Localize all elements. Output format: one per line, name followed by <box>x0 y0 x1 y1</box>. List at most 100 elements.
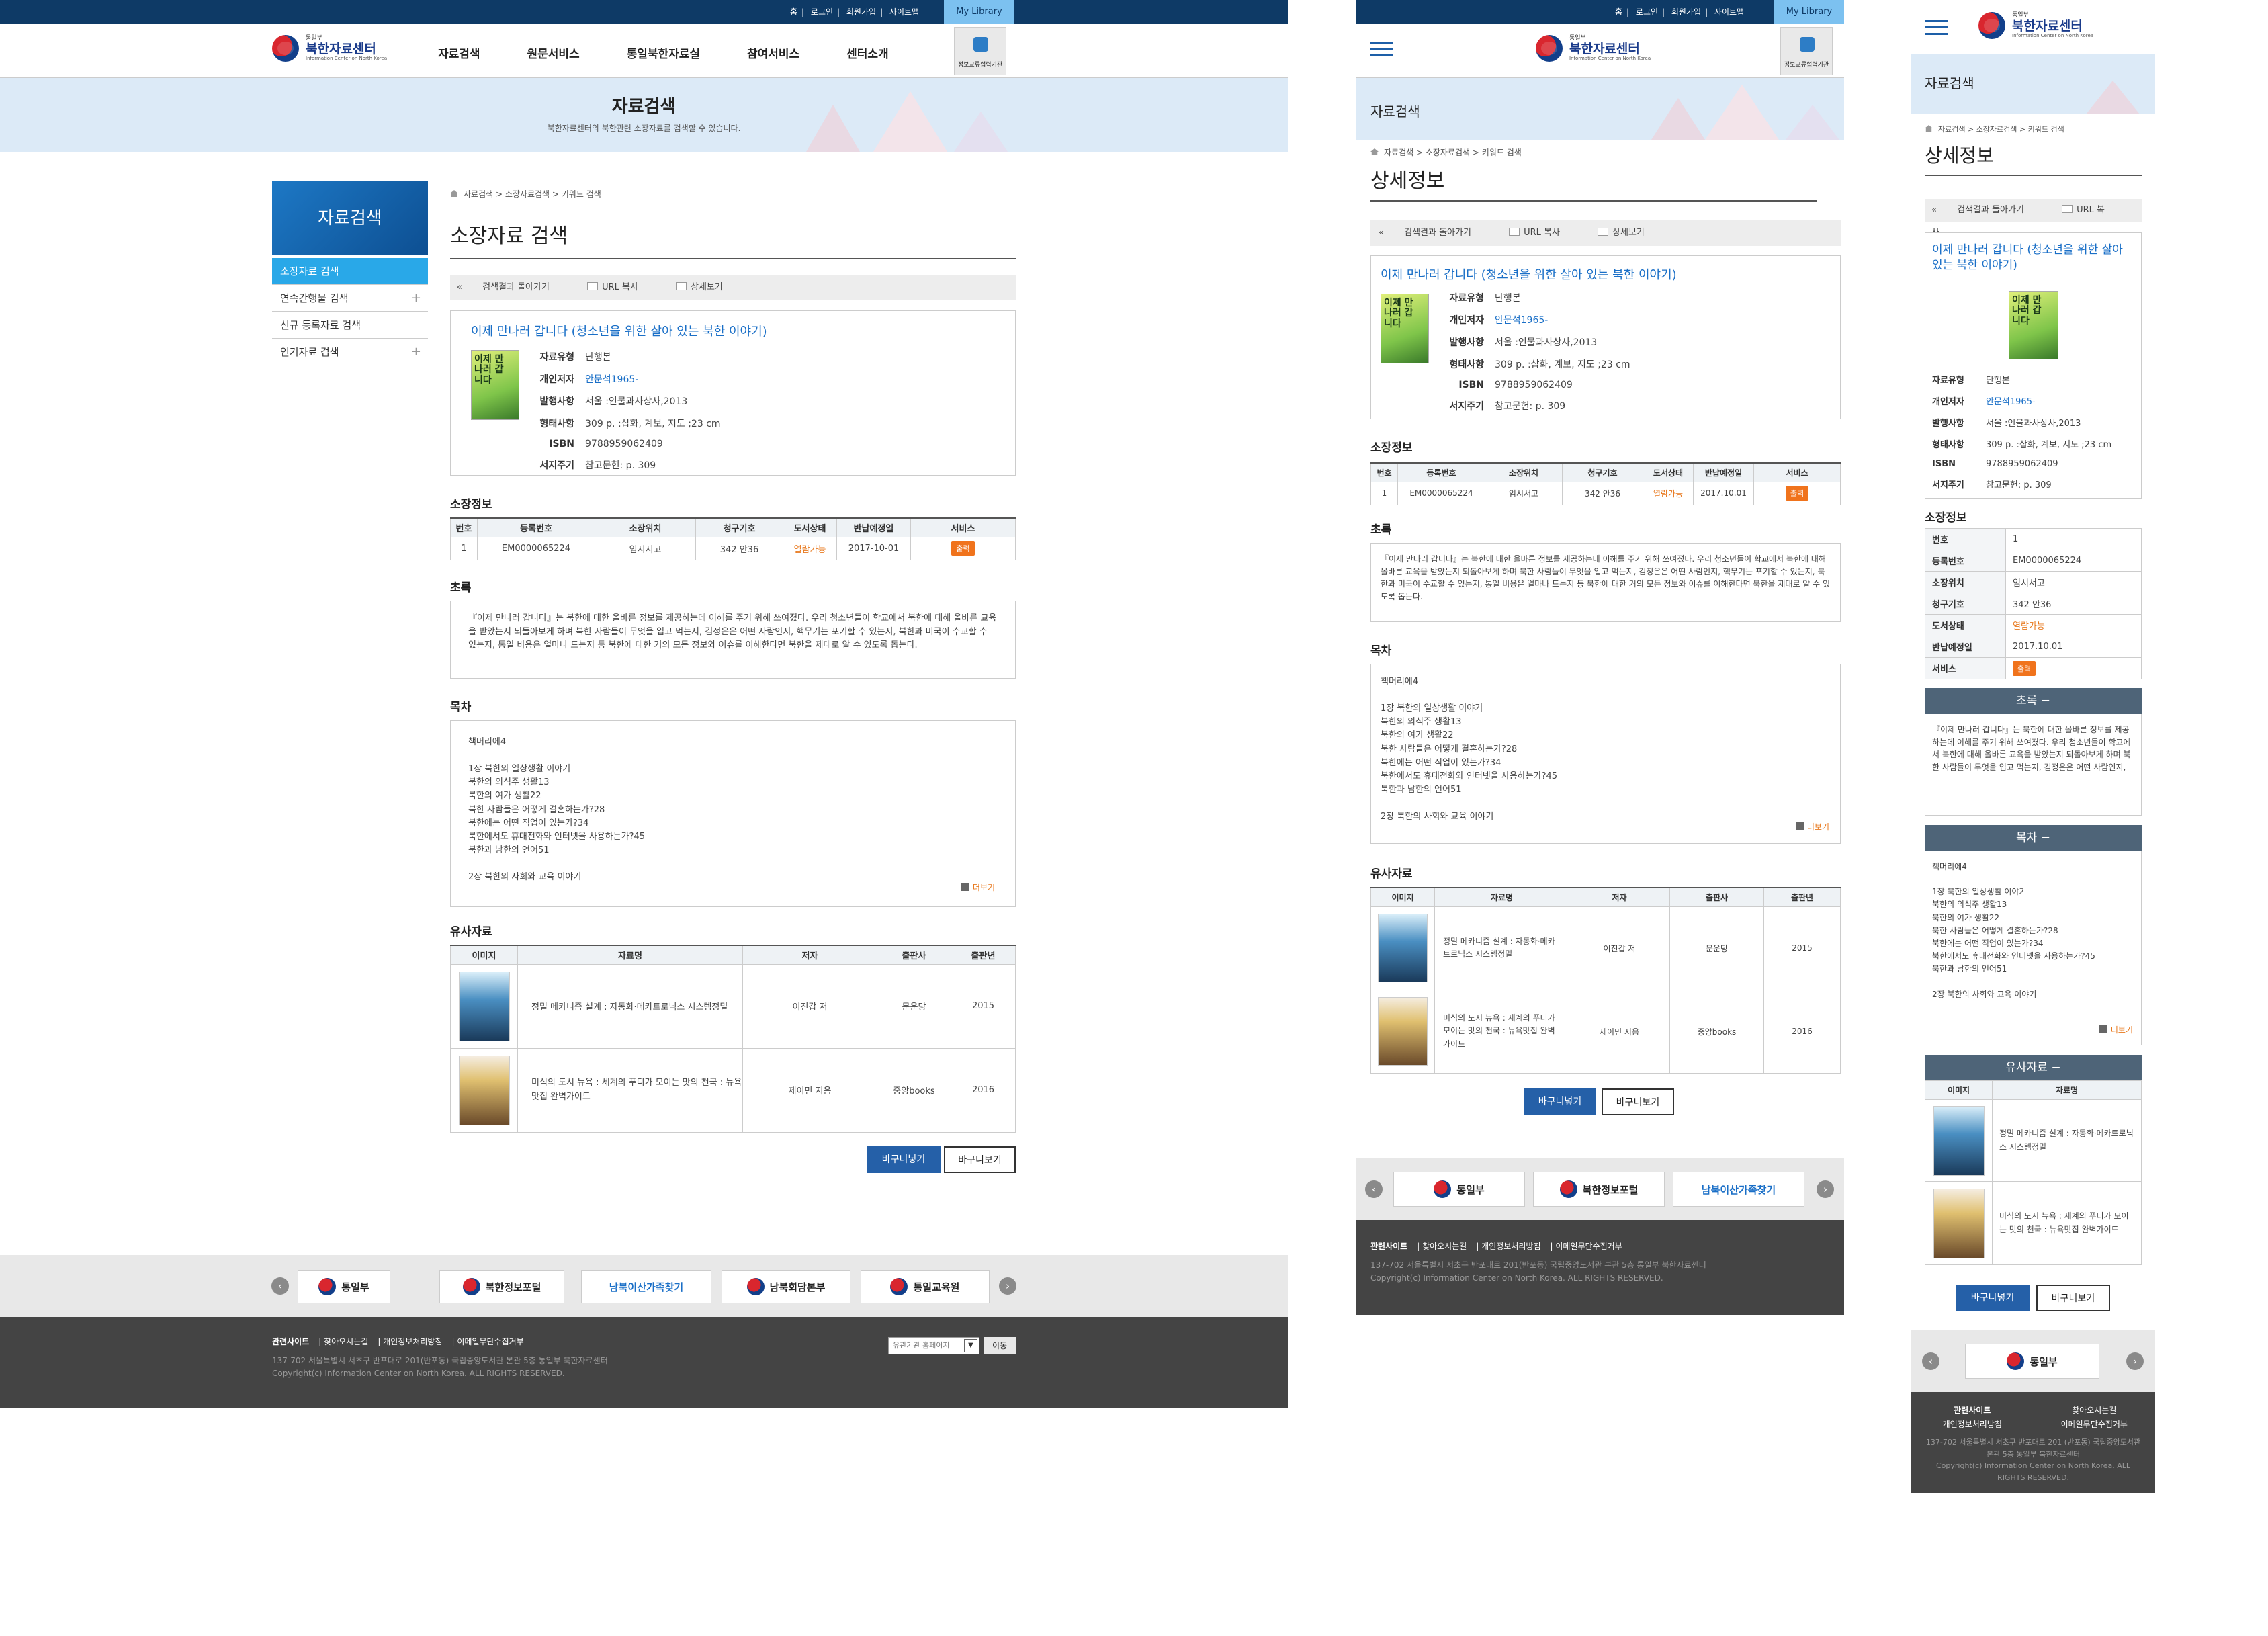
lnb-item-popular[interactable]: 인기자료 검색 + <box>272 339 428 365</box>
book-thumbnail[interactable] <box>1378 997 1428 1066</box>
edu-badge[interactable]: 정보교류협력기관 <box>1780 27 1833 75</box>
toc-accordion[interactable]: 목차 − <box>1925 825 2142 851</box>
footer-link[interactable]: 이메일무단수집거부 <box>457 1337 523 1346</box>
footer-link[interactable]: 관련사이트 <box>1911 1404 2034 1416</box>
site-logo[interactable]: 통일부 북한자료센터 Information Center on North K… <box>272 35 387 62</box>
detail-view-button[interactable]: 상세보기 <box>676 282 740 292</box>
join-link[interactable]: 회원가입 <box>1671 7 1701 17</box>
footer-link[interactable]: 개인정보처리방침 <box>383 1337 442 1346</box>
print-button[interactable]: 출력 <box>951 541 975 556</box>
footer-link[interactable]: 찾아오시는길 <box>2034 1404 2156 1416</box>
site-logo[interactable]: 통일부 북한자료센터 Information Center on North K… <box>1978 12 2093 39</box>
print-button[interactable]: 출력 <box>1785 486 1809 501</box>
prev-arrow-icon[interactable]: ‹ <box>271 1277 289 1295</box>
banner-family[interactable]: 남북이산가족찾기 <box>1673 1172 1804 1207</box>
expand-icon[interactable]: + <box>411 339 421 365</box>
home-icon[interactable] <box>1370 148 1379 155</box>
footer-link[interactable]: 개인정보처리방침 <box>1481 1242 1540 1251</box>
home-link[interactable]: 홈 <box>790 7 797 17</box>
url-copy-button[interactable]: URL 복사 <box>587 282 656 292</box>
cart-add-button[interactable]: 바구니넣기 <box>1524 1088 1596 1115</box>
back-to-results[interactable]: « 검색결과 돌아가기 <box>1931 205 2042 215</box>
footer-link[interactable]: 관련사이트 <box>1370 1242 1407 1251</box>
edu-badge[interactable]: 정보교류협력기관 <box>954 27 1006 75</box>
prev-arrow-icon[interactable]: ‹ <box>1365 1180 1383 1198</box>
sitemap-link[interactable]: 사이트맵 <box>1714 7 1744 17</box>
my-library-button[interactable]: My Library <box>1774 0 1844 24</box>
go-button[interactable]: 이동 <box>984 1337 1016 1354</box>
cart-view-button[interactable]: 바구니보기 <box>944 1146 1016 1173</box>
toc-more-button[interactable]: 더보기 <box>2099 1024 2133 1037</box>
sitemap-link[interactable]: 사이트맵 <box>889 7 919 17</box>
book-title[interactable]: 이제 만나러 갑니다 (청소년을 위한 살아 있는 북한 이야기) <box>1381 265 1677 283</box>
cart-add-button[interactable]: 바구니넣기 <box>1956 1285 2030 1311</box>
cart-add-button[interactable]: 바구니넣기 <box>867 1146 941 1173</box>
author-link[interactable]: 안문석1965- <box>1986 394 2036 407</box>
similar-title[interactable]: 미식의 도시 뉴욕 : 세계의 푸디가 모이는 맛의 천국 : 뉴욕맛집 완벽가… <box>1992 1181 2142 1265</box>
print-button[interactable]: 출력 <box>2013 660 2036 676</box>
banner-nkinfo[interactable]: 북한정보포털 <box>1533 1172 1665 1207</box>
prev-arrow-icon[interactable]: ‹ <box>1922 1352 1939 1370</box>
table-row[interactable]: 미식의 도시 뉴욕 : 세계의 푸디가 모이는 맛의 천국 : 뉴욕맛집 완벽가… <box>1925 1181 2142 1265</box>
lnb-item-serials[interactable]: 연속간행물 검색 + <box>272 285 428 312</box>
book-thumbnail[interactable] <box>458 1055 510 1125</box>
join-link[interactable]: 회원가입 <box>846 7 876 17</box>
my-library-button[interactable]: My Library <box>944 0 1014 24</box>
similar-title[interactable]: 정밀 메카니즘 설계 : 자동화·메카트로닉스 시스템정밀 <box>1434 906 1569 990</box>
nav-about[interactable]: 센터소개 <box>846 48 889 61</box>
toc-more-button[interactable]: 더보기 <box>1796 821 1829 834</box>
footer-link[interactable]: 개인정보처리방침 <box>1911 1418 2034 1430</box>
nav-fulltext[interactable]: 원문서비스 <box>527 48 579 61</box>
footer-link[interactable]: 이메일무단수집거부 <box>2034 1418 2156 1430</box>
lnb-item-new[interactable]: 신규 등록자료 검색 <box>272 312 428 339</box>
author-link[interactable]: 안문석1965- <box>1495 313 1548 327</box>
book-title[interactable]: 이제 만나러 갑니다 (청소년을 위한 살아 있는 북한 이야기) <box>1932 243 2134 273</box>
table-row[interactable]: 미식의 도시 뉴욕 : 세계의 푸디가 모이는 맛의 천국 : 뉴욕맛집 완벽가… <box>1370 989 1841 1074</box>
next-arrow-icon[interactable]: › <box>2126 1352 2144 1370</box>
footer-link[interactable]: 이메일무단수집거부 <box>1555 1242 1622 1251</box>
expand-icon[interactable]: + <box>411 285 421 312</box>
table-row[interactable]: 정밀 메카니즘 설계 : 자동화·메카트로닉스 시스템정밀 이진갑 저 문운당 … <box>450 963 1016 1049</box>
banner-unikorea[interactable]: 통일부 <box>1393 1172 1525 1207</box>
book-title[interactable]: 이제 만나러 갑니다 (청소년을 위한 살아 있는 북한 이야기) <box>471 322 767 339</box>
similar-title[interactable]: 미식의 도시 뉴욕 : 세계의 푸디가 모이는 맛의 천국 : 뉴욕맛집 완벽가… <box>1434 989 1569 1074</box>
banner-family[interactable]: 남북이산가족찾기 <box>581 1270 711 1303</box>
book-thumbnail[interactable] <box>1933 1105 1984 1176</box>
back-to-results[interactable]: « 검색결과 돌아가기 <box>457 282 567 292</box>
banner-unikorea[interactable]: 통일부 <box>1965 1344 2099 1379</box>
cart-view-button[interactable]: 바구니보기 <box>1602 1088 1674 1115</box>
book-thumbnail[interactable] <box>458 971 510 1041</box>
banner-edu[interactable]: 통일교육원 <box>861 1270 990 1303</box>
menu-icon[interactable] <box>1370 42 1393 56</box>
banner-talks[interactable]: 남북회담본부 <box>722 1270 850 1303</box>
banner-unikorea[interactable]: 통일부 <box>298 1270 390 1303</box>
detail-view-button[interactable]: 상세보기 <box>1598 228 1662 238</box>
abstract-accordion[interactable]: 초록 − <box>1925 688 2142 714</box>
site-logo[interactable]: 통일부 북한자료센터 Information Center on North K… <box>1536 35 1651 62</box>
next-arrow-icon[interactable]: › <box>1817 1180 1834 1198</box>
home-link[interactable]: 홈 <box>1615 7 1622 17</box>
banner-nkinfo[interactable]: 북한정보포털 <box>439 1270 564 1303</box>
similar-title[interactable]: 미식의 도시 뉴욕 : 세계의 푸디가 모이는 맛의 천국 : 뉴욕맛집 완벽가… <box>517 1047 743 1133</box>
footer-link[interactable]: 찾아오시는길 <box>324 1337 368 1346</box>
similar-title[interactable]: 정밀 메카니즘 설계 : 자동화·메카트로닉스 시스템정밀 <box>517 963 743 1049</box>
login-link[interactable]: 로그인 <box>811 7 833 17</box>
footer-link[interactable]: 찾아오시는길 <box>1422 1242 1467 1251</box>
book-thumbnail[interactable] <box>1378 914 1428 982</box>
table-row[interactable]: 미식의 도시 뉴욕 : 세계의 푸디가 모이는 맛의 천국 : 뉴욕맛집 완벽가… <box>450 1047 1016 1133</box>
similar-title[interactable]: 정밀 메카니즘 설계 : 자동화·메카트로닉스 시스템정밀 <box>1992 1099 2142 1182</box>
table-row[interactable]: 정밀 메카니즘 설계 : 자동화·메카트로닉스 시스템정밀 <box>1925 1099 2142 1182</box>
back-to-results[interactable]: « 검색결과 돌아가기 <box>1379 228 1489 238</box>
login-link[interactable]: 로그인 <box>1636 7 1658 17</box>
next-arrow-icon[interactable]: › <box>999 1277 1016 1295</box>
nav-search[interactable]: 자료검색 <box>438 48 480 61</box>
table-row[interactable]: 정밀 메카니즘 설계 : 자동화·메카트로닉스 시스템정밀 이진갑 저 문운당 … <box>1370 906 1841 990</box>
nav-unification[interactable]: 통일북한자료실 <box>627 48 700 61</box>
menu-icon[interactable] <box>1925 20 1948 35</box>
url-copy-button[interactable]: URL 복사 <box>1509 228 1577 238</box>
home-icon[interactable] <box>450 190 458 197</box>
book-thumbnail[interactable] <box>1933 1188 1984 1258</box>
lnb-item-holdings[interactable]: 소장자료 검색 <box>272 258 428 285</box>
related-sites-select[interactable]: 유관기관 홈페이지 ▼ <box>888 1337 979 1354</box>
nav-participation[interactable]: 참여서비스 <box>747 48 799 61</box>
